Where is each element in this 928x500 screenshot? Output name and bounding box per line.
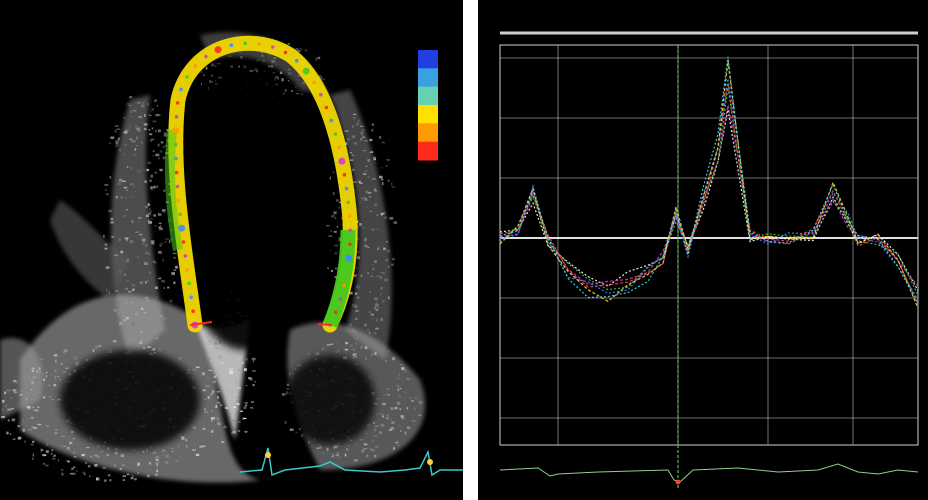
ecg-event-dot	[675, 479, 681, 485]
strain-color-scale-bar	[418, 50, 438, 161]
echocardiogram-image	[0, 0, 463, 500]
left-atrium-cavity	[60, 350, 200, 450]
right-atrium-cavity	[285, 355, 375, 445]
panel-divider	[463, 0, 478, 500]
strain-curve-chart	[478, 0, 928, 500]
ecg-marker-start	[265, 452, 271, 458]
strain-curve-panel	[478, 0, 928, 500]
ecg-marker-end	[427, 459, 433, 465]
mitral-annulus-right-marker	[317, 323, 333, 326]
echocardiogram-panel	[0, 0, 463, 500]
